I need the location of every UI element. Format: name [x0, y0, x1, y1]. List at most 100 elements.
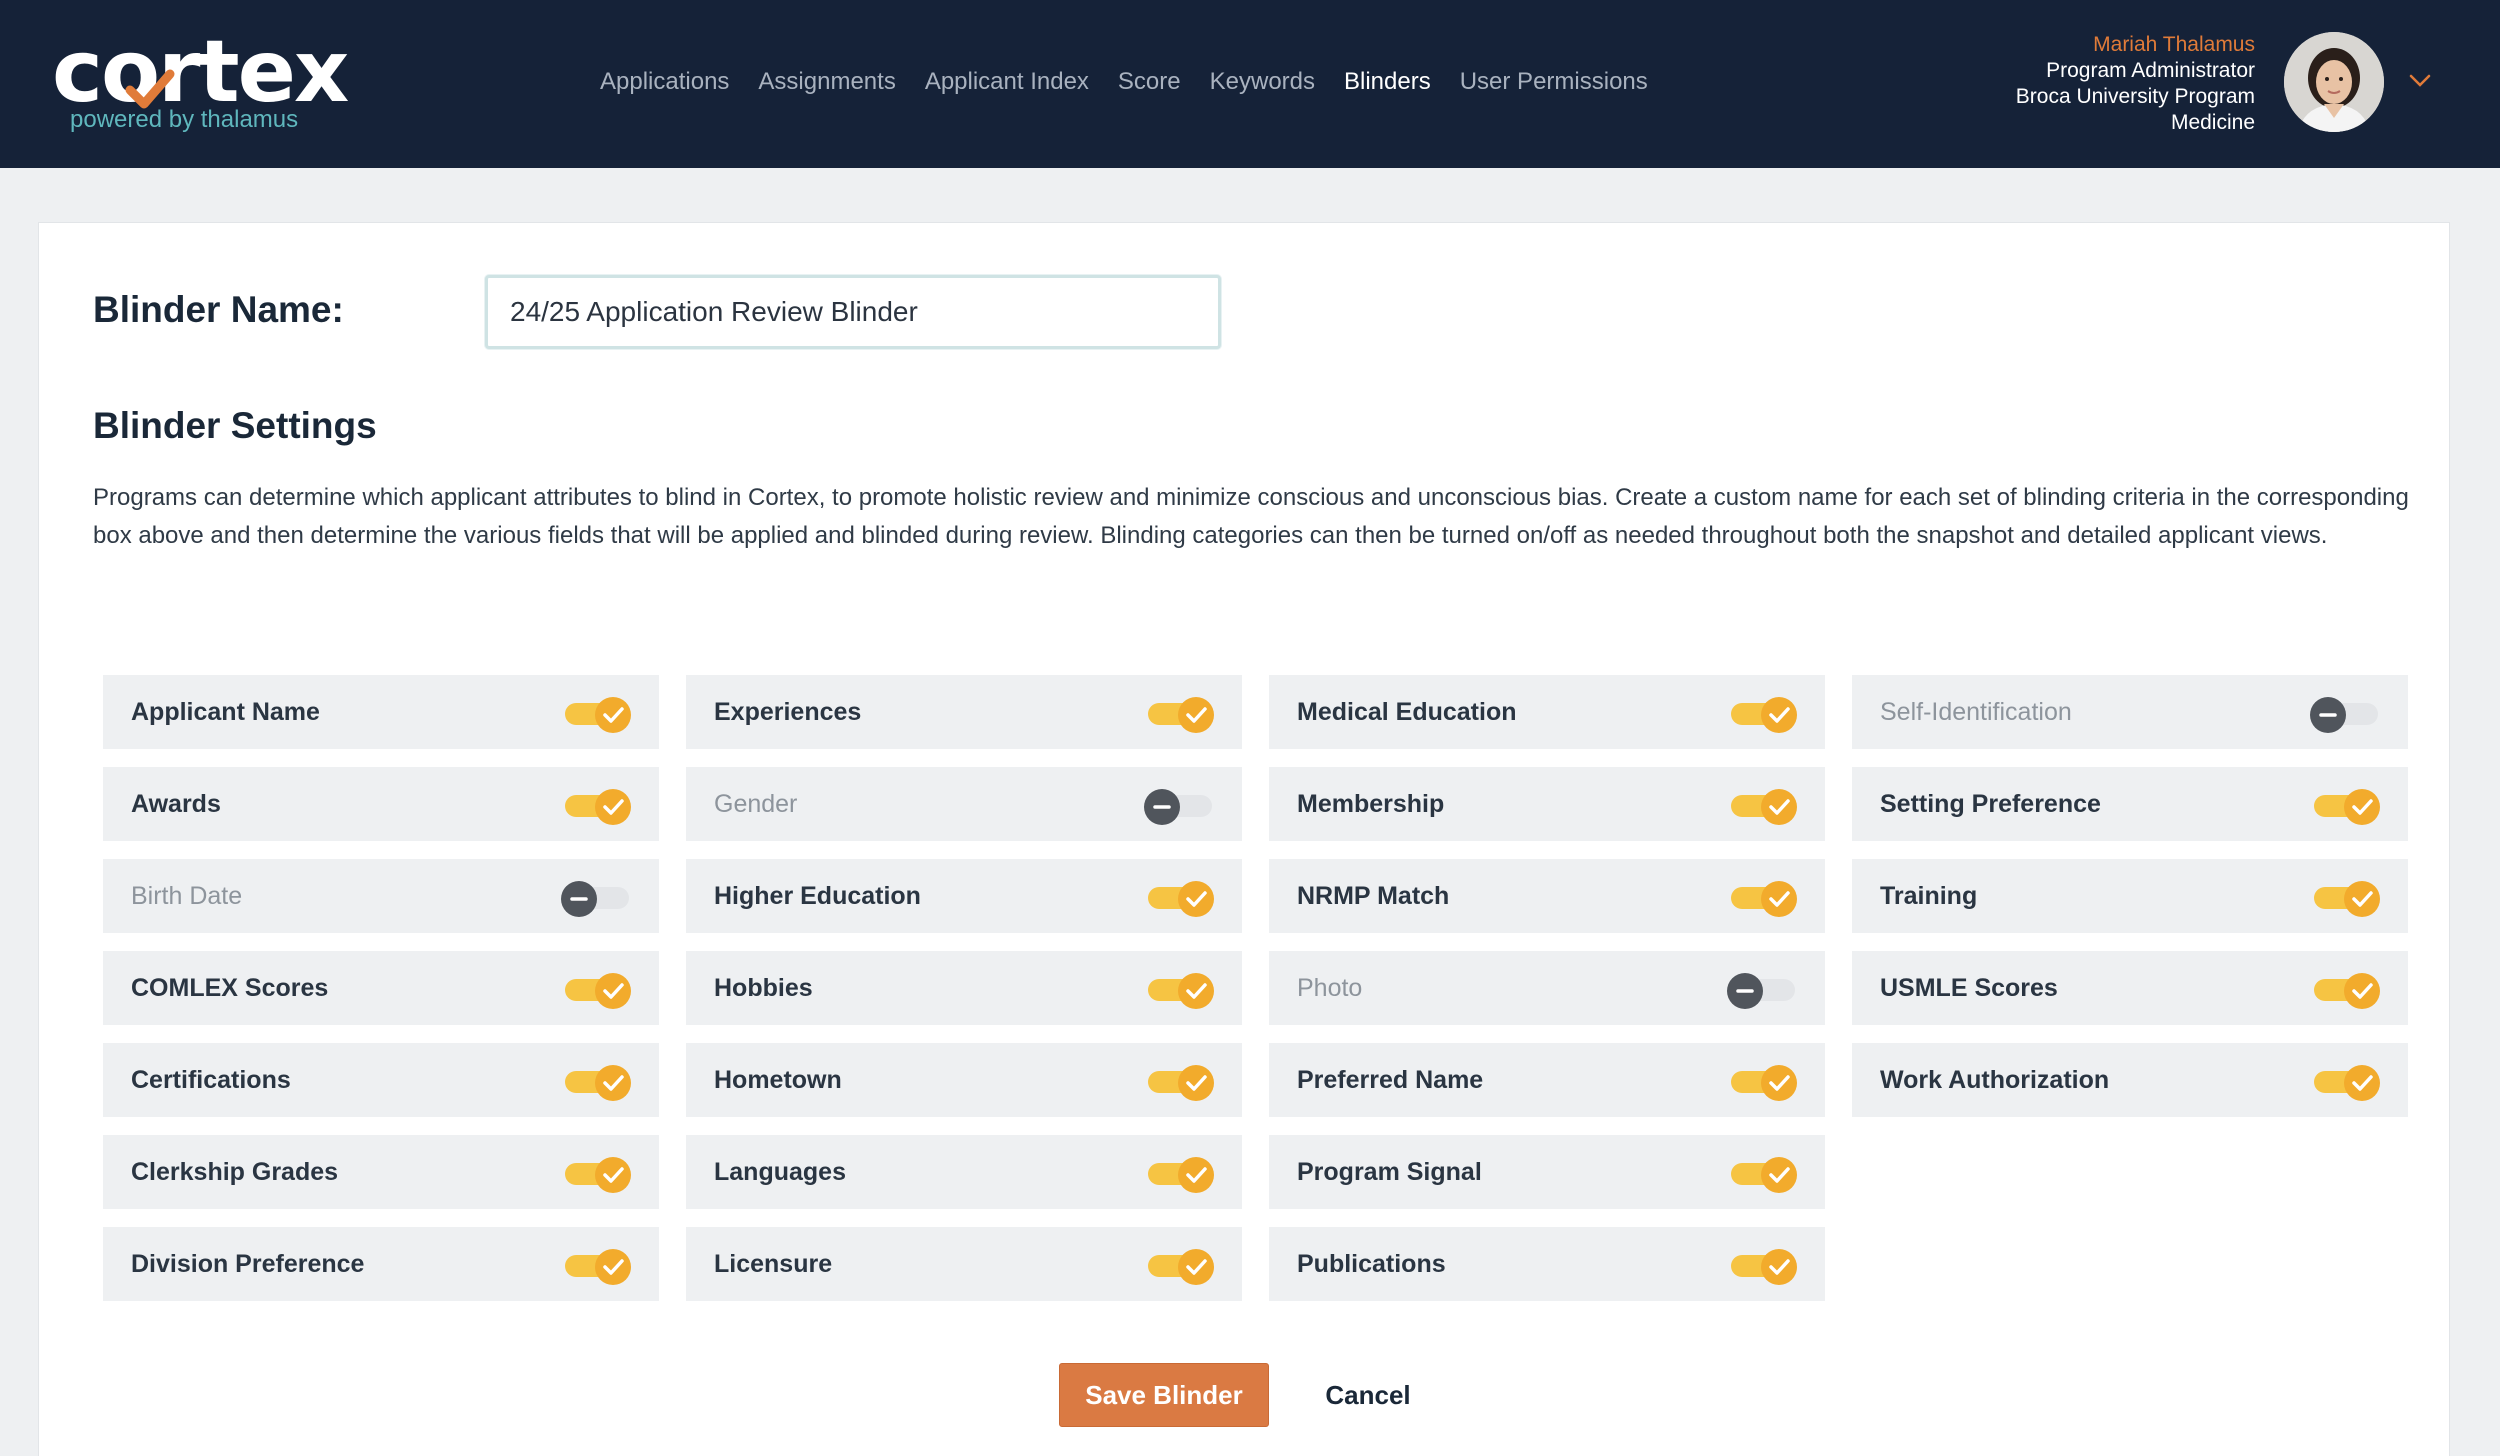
nav-blinders[interactable]: Blinders	[1344, 64, 1431, 100]
blind-toggle[interactable]	[1731, 1157, 1797, 1193]
checkmark-icon	[1178, 881, 1214, 917]
blinder-category-birth-date[interactable]: Birth Date	[103, 859, 659, 933]
blind-toggle[interactable]	[1148, 1157, 1214, 1193]
nav-assignments[interactable]: Assignments	[758, 64, 895, 100]
blinder-category-self-identification[interactable]: Self-Identification	[1852, 675, 2408, 749]
checkmark-icon	[1178, 1065, 1214, 1101]
blinder-category-publications[interactable]: Publications	[1269, 1227, 1825, 1301]
blind-toggle[interactable]	[1148, 881, 1214, 917]
category-label: Gender	[714, 789, 798, 818]
cortex-logo[interactable]: cortex powered by thalamus	[52, 24, 349, 144]
blind-toggle[interactable]	[2314, 881, 2380, 917]
blinder-category-awards[interactable]: Awards	[103, 767, 659, 841]
blinder-category-preferred-name[interactable]: Preferred Name	[1269, 1043, 1825, 1117]
blinder-name-label: Blinder Name:	[93, 289, 344, 330]
blind-toggle[interactable]	[1731, 1249, 1797, 1285]
user-avatar[interactable]	[2284, 32, 2384, 132]
category-label: Hometown	[714, 1065, 842, 1094]
blind-toggle[interactable]	[565, 789, 631, 825]
blind-toggle[interactable]	[1148, 697, 1214, 733]
blinder-category-work-authorization[interactable]: Work Authorization	[1852, 1043, 2408, 1117]
blind-toggle[interactable]	[561, 881, 629, 917]
category-label: Membership	[1297, 789, 1445, 818]
blind-toggle[interactable]	[1731, 881, 1797, 917]
blinder-category-nrmp-match[interactable]: NRMP Match	[1269, 859, 1825, 933]
nav-applications[interactable]: Applications	[600, 64, 729, 100]
blinder-category-usmle-scores[interactable]: USMLE Scores	[1852, 951, 2408, 1025]
checkmark-icon	[595, 1157, 631, 1193]
blind-toggle[interactable]	[1148, 1249, 1214, 1285]
blinder-category-photo[interactable]: Photo	[1269, 951, 1825, 1025]
blinder-category-grid: Applicant Name Awards Birth Date COMLEX Sco…	[103, 675, 2443, 1395]
category-label: Certifications	[131, 1065, 291, 1094]
blinder-category-medical-education[interactable]: Medical Education	[1269, 675, 1825, 749]
blind-toggle[interactable]	[565, 1065, 631, 1101]
category-label: Self-Identification	[1880, 697, 2072, 726]
category-label: Photo	[1297, 973, 1363, 1002]
category-label: NRMP Match	[1297, 881, 1450, 910]
blind-toggle[interactable]	[565, 1249, 631, 1285]
category-label: Hobbies	[714, 973, 813, 1002]
blind-toggle[interactable]	[565, 697, 631, 733]
save-blinder-button[interactable]: Save Blinder	[1059, 1363, 1269, 1427]
checkmark-icon	[1178, 973, 1214, 1009]
category-label: Medical Education	[1297, 697, 1517, 726]
blinder-category-applicant-name[interactable]: Applicant Name	[103, 675, 659, 749]
nav-applicant-index[interactable]: Applicant Index	[925, 64, 1089, 100]
checkmark-icon	[595, 697, 631, 733]
blinder-category-hometown[interactable]: Hometown	[686, 1043, 1242, 1117]
blinder-category-gender[interactable]: Gender	[686, 767, 1242, 841]
nav-user-permissions[interactable]: User Permissions	[1460, 64, 1648, 100]
user-info[interactable]: Mariah Thalamus Program Administrator Br…	[2016, 32, 2255, 136]
blinder-name-input[interactable]	[485, 275, 1221, 349]
blinder-category-comlex-scores[interactable]: COMLEX Scores	[103, 951, 659, 1025]
blind-toggle[interactable]	[2310, 697, 2378, 733]
user-program-line1: Broca University Program	[2015, 85, 2255, 108]
blinder-category-clerkship-grades[interactable]: Clerkship Grades	[103, 1135, 659, 1209]
checkmark-icon	[1761, 789, 1797, 825]
blinder-settings-title: Blinder Settings	[93, 405, 377, 446]
category-label: COMLEX Scores	[131, 973, 329, 1002]
blind-toggle[interactable]	[565, 1157, 631, 1193]
blind-toggle[interactable]	[2314, 789, 2380, 825]
blinder-category-experiences[interactable]: Experiences	[686, 675, 1242, 749]
blind-toggle[interactable]	[2314, 973, 2380, 1009]
blind-toggle[interactable]	[1144, 789, 1212, 825]
avatar-portrait-icon	[2284, 32, 2384, 132]
blinder-category-membership[interactable]: Membership	[1269, 767, 1825, 841]
blinder-category-program-signal[interactable]: Program Signal	[1269, 1135, 1825, 1209]
blinder-category-higher-education[interactable]: Higher Education	[686, 859, 1242, 933]
blind-toggle[interactable]	[1148, 1065, 1214, 1101]
blind-toggle[interactable]	[1731, 1065, 1797, 1101]
category-label: Training	[1880, 881, 1978, 910]
blind-toggle[interactable]	[1727, 973, 1795, 1009]
nav-keywords[interactable]: Keywords	[1210, 64, 1315, 100]
blind-toggle[interactable]	[1148, 973, 1214, 1009]
minus-icon	[2310, 697, 2346, 733]
blind-toggle[interactable]	[2314, 1065, 2380, 1101]
blinder-category-languages[interactable]: Languages	[686, 1135, 1242, 1209]
blinder-category-certifications[interactable]: Certifications	[103, 1043, 659, 1117]
blind-toggle[interactable]	[1731, 789, 1797, 825]
checkmark-icon	[595, 1065, 631, 1101]
blinder-category-division-preference[interactable]: Division Preference	[103, 1227, 659, 1301]
chevron-down-icon[interactable]	[2406, 66, 2434, 94]
nav-score[interactable]: Score	[1118, 64, 1181, 100]
category-label: Languages	[714, 1157, 846, 1186]
minus-icon	[561, 881, 597, 917]
top-nav-bar: cortex powered by thalamus Applications …	[0, 0, 2500, 168]
category-label: Work Authorization	[1880, 1065, 2110, 1094]
blind-toggle[interactable]	[1731, 697, 1797, 733]
category-label: USMLE Scores	[1880, 973, 2058, 1002]
category-label: Higher Education	[714, 881, 921, 910]
blinder-category-licensure[interactable]: Licensure	[686, 1227, 1242, 1301]
blinder-category-hobbies[interactable]: Hobbies	[686, 951, 1242, 1025]
blinder-category-training[interactable]: Training	[1852, 859, 2408, 933]
category-label: Program Signal	[1297, 1157, 1482, 1186]
blinder-category-setting-preference[interactable]: Setting Preference	[1852, 767, 2408, 841]
blind-toggle[interactable]	[565, 973, 631, 1009]
checkmark-icon	[1761, 697, 1797, 733]
cancel-button[interactable]: Cancel	[1303, 1363, 1433, 1427]
checkmark-icon	[595, 1249, 631, 1285]
checkmark-icon	[2344, 881, 2380, 917]
